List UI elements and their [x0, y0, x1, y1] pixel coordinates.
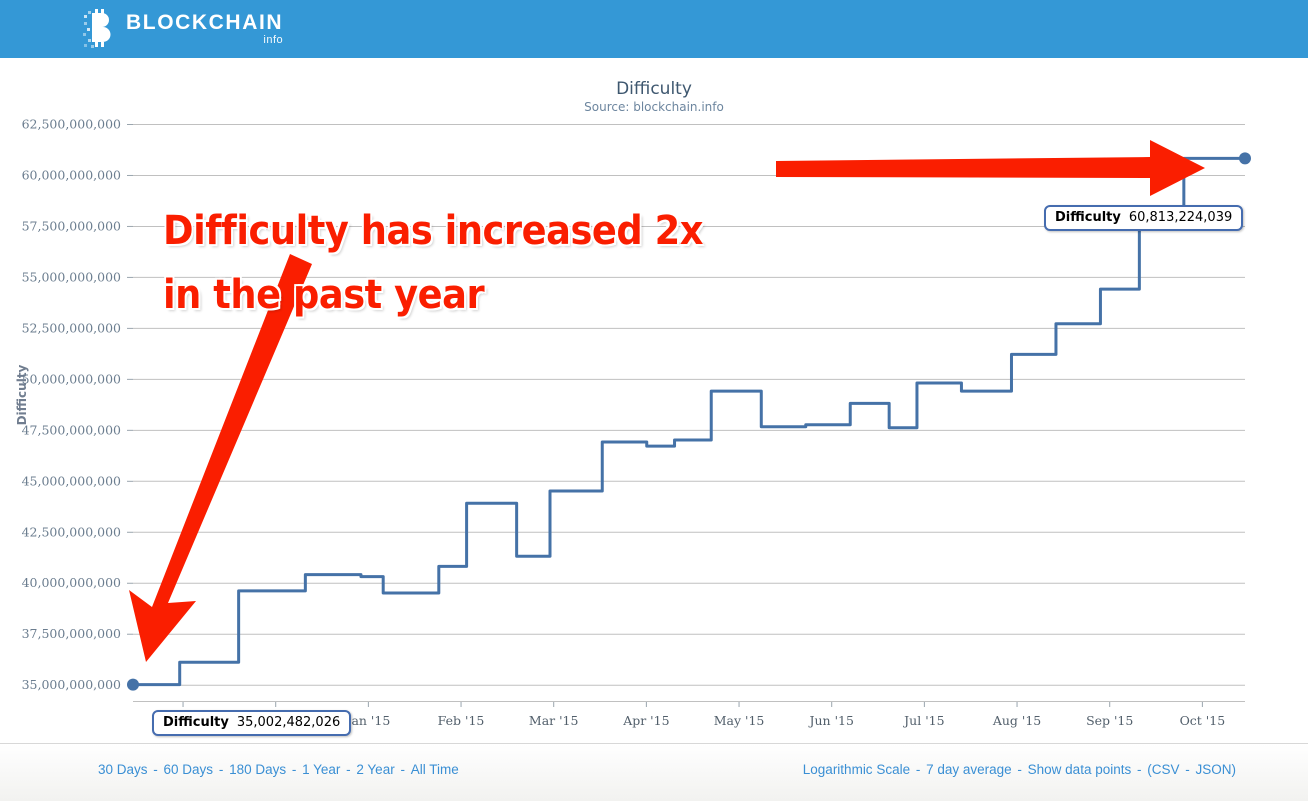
x-tick-label: Sep '15 [1086, 713, 1133, 728]
link-separator: - [1013, 762, 1026, 777]
chart-footer-toolbar: 30 Days - 60 Days - 180 Days - 1 Year - … [0, 743, 1308, 801]
link-separator: - [1181, 762, 1194, 777]
tooltip-high-label: Difficulty [1055, 210, 1121, 225]
annotation-text: Difficulty has increased 2x in the past … [163, 199, 803, 327]
y-tick-label: 42,500,000,000 [22, 524, 121, 539]
x-tick-label: Oct '15 [1180, 713, 1226, 728]
footer-link-7-day-average[interactable]: 7 day average [926, 762, 1012, 777]
x-tick-label: May '15 [714, 713, 765, 728]
brand-wordmark: BLOCKCHAIN info [126, 12, 283, 46]
x-tick-label: Mar '15 [529, 713, 579, 728]
link-separator: - [1133, 762, 1146, 777]
y-tick-label: 40,000,000,000 [22, 575, 121, 590]
footer-link-show-data-points[interactable]: Show data points [1028, 762, 1132, 777]
tooltip-low-label: Difficulty [163, 715, 229, 730]
blockchain-logo-icon [82, 9, 116, 49]
footer-link-2-year[interactable]: 2 Year [356, 762, 394, 777]
y-tick-label: 57,500,000,000 [22, 218, 121, 233]
footer-link-1-year[interactable]: 1 Year [302, 762, 340, 777]
footer-link-json[interactable]: JSON) [1196, 762, 1237, 777]
y-tick-label: 55,000,000,000 [22, 269, 121, 284]
footer-link-csv[interactable]: (CSV [1147, 762, 1179, 777]
link-separator: - [149, 762, 162, 777]
y-tick-label: 52,500,000,000 [22, 320, 121, 335]
tooltip-low-value[interactable]: Difficulty 35,002,482,026 [152, 710, 352, 736]
tooltip-high-value[interactable]: Difficulty 60,813,224,039 [1044, 205, 1244, 231]
footer-link-all-time[interactable]: All Time [411, 762, 459, 777]
x-tick-label: Jun '15 [807, 713, 853, 728]
footer-link-30-days[interactable]: 30 Days [98, 762, 148, 777]
footer-link-logarithmic-scale[interactable]: Logarithmic Scale [803, 762, 910, 777]
y-tick-label: 62,500,000,000 [22, 117, 121, 132]
chart-plot[interactable]: 35,000,000,000 37,500,000,000 40,000,000,0… [0, 58, 1308, 743]
link-separator: - [912, 762, 925, 777]
annotation-line-2: in the past year [163, 272, 485, 318]
y-tick-label: 50,000,000,000 [22, 371, 121, 386]
last-data-point[interactable] [1239, 152, 1251, 165]
brand-logo[interactable]: BLOCKCHAIN info [82, 8, 283, 50]
link-separator: - [215, 762, 228, 777]
footer-link-60-days[interactable]: 60 Days [164, 762, 214, 777]
link-separator: - [342, 762, 355, 777]
brand-name: BLOCKCHAIN [126, 11, 284, 34]
x-tick-label: Jul '15 [902, 713, 944, 728]
brand-suffix: info [263, 34, 284, 46]
chart-panel: Difficulty Source: blockchain.info Diffi… [0, 58, 1308, 743]
y-axis-ticks: 35,000,000,000 37,500,000,000 40,000,000,0… [22, 117, 133, 692]
first-data-point[interactable] [127, 678, 139, 691]
footer-link-180-days[interactable]: 180 Days [229, 762, 286, 777]
site-header: BLOCKCHAIN info [0, 0, 1308, 58]
link-separator: - [288, 762, 301, 777]
link-separator: - [396, 762, 409, 777]
y-tick-label: 37,500,000,000 [22, 626, 121, 641]
timerange-links: 30 Days - 60 Days - 180 Days - 1 Year - … [98, 762, 459, 777]
chart-option-links: Logarithmic Scale - 7 day average - Show… [803, 762, 1236, 777]
y-tick-label: 60,000,000,000 [22, 167, 121, 182]
x-tick-label: Feb '15 [438, 713, 485, 728]
x-tick-label: Apr '15 [622, 713, 669, 728]
x-tick-label: Jan '15 [344, 713, 390, 728]
x-tick-label: Aug '15 [992, 713, 1041, 728]
y-tick-label: 47,500,000,000 [22, 422, 121, 437]
y-tick-label: 45,000,000,000 [22, 473, 121, 488]
tooltip-high-value-text: 60,813,224,039 [1128, 210, 1233, 225]
y-tick-label: 35,000,000,000 [22, 677, 121, 692]
tooltip-low-value-text: 35,002,482,026 [236, 715, 341, 730]
annotation-line-1: Difficulty has increased 2x [163, 208, 704, 254]
